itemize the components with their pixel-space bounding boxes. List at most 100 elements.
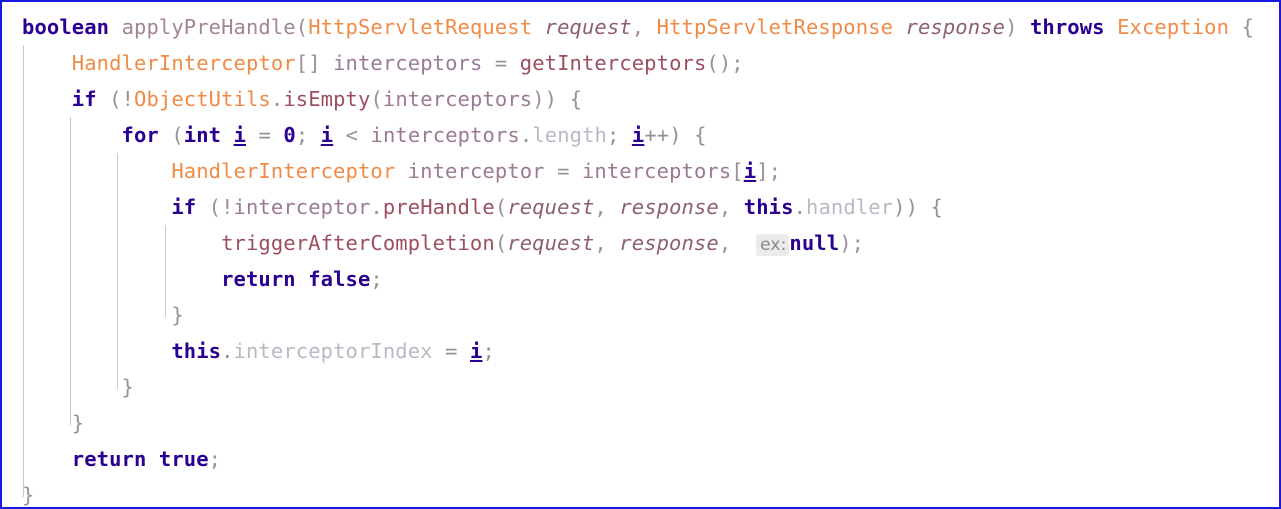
token-type-handlerinterceptor: HandlerInterceptor <box>71 51 296 75</box>
token-arg-request: request <box>507 195 595 219</box>
token-var-interceptor: interceptor <box>407 159 545 183</box>
code-line[interactable]: return true; <box>2 441 1279 477</box>
token-var-interceptor: interceptor <box>233 195 371 219</box>
token-call-triggeraftercompletion: triggerAfterCompletion <box>221 231 495 255</box>
token-keyword-return: return <box>71 447 147 471</box>
code-line[interactable]: } <box>2 477 1279 507</box>
token-equals: = <box>494 51 508 75</box>
code-line[interactable]: return false; <box>2 261 1279 297</box>
code-line-text: if (!interceptor.preHandle(request, resp… <box>2 189 1279 225</box>
token-dot: . <box>221 339 234 363</box>
token-open-not: (! <box>208 195 234 219</box>
inlay-parameter-hint-ex[interactable]: ex: <box>756 234 790 256</box>
code-line-text: for (int i = 0; i < interceptors.length;… <box>2 117 1279 153</box>
token-paren-open: ( <box>171 123 184 147</box>
code-line[interactable]: for (int i = 0; i < interceptors.length;… <box>2 117 1279 153</box>
token-arg-interceptors: interceptors <box>382 87 533 111</box>
token-keyword-throws: throws <box>1029 15 1105 39</box>
token-brace-close: } <box>171 303 184 327</box>
token-parens: () <box>706 51 732 75</box>
token-localvar-i: i <box>233 123 247 147</box>
token-dot: . <box>519 123 533 147</box>
token-arg-response: response <box>619 231 719 255</box>
token-paren-close: ) <box>1005 15 1018 39</box>
token-comma: , <box>631 15 645 39</box>
token-field-interceptorindex: interceptorIndex <box>233 339 433 363</box>
code-line-text: } <box>2 297 1279 333</box>
code-line-text: boolean applyPreHandle(HttpServletReques… <box>2 9 1279 45</box>
token-paren-open: ( <box>494 231 508 255</box>
token-var-interceptors: interceptors <box>581 159 732 183</box>
code-line[interactable]: boolean applyPreHandle(HttpServletReques… <box>2 9 1279 45</box>
token-paren-open: ( <box>370 87 383 111</box>
token-call-isempty: isEmpty <box>283 87 371 111</box>
token-keyword-if: if <box>171 195 197 219</box>
token-paren-close: )) <box>532 87 558 111</box>
token-brace-open: { <box>694 123 707 147</box>
code-line-text: } <box>2 477 1279 507</box>
token-number-zero: 0 <box>283 123 296 147</box>
token-paren-open: ( <box>494 195 508 219</box>
token-increment: ++ <box>644 123 670 147</box>
code-line-text: return true; <box>2 441 1279 477</box>
token-param-response: response <box>905 15 1006 39</box>
token-brace-open: { <box>1241 15 1254 39</box>
code-content[interactable]: boolean applyPreHandle ( HttpServletReques… <box>2 2 1279 507</box>
token-type-httpservletrequest: HttpServletRequest <box>308 15 533 39</box>
token-comma: , <box>718 231 732 255</box>
code-line-text: if (!ObjectUtils.isEmpty(interceptors)) … <box>2 81 1279 117</box>
token-keyword-this: this <box>171 339 222 363</box>
token-comma: , <box>594 231 607 255</box>
token-equals: = <box>557 159 570 183</box>
token-dot: . <box>370 195 383 219</box>
token-paren-close: )) <box>893 195 919 219</box>
token-field-handler: handler <box>806 195 894 219</box>
token-dot: . <box>270 87 284 111</box>
token-array-brackets: [] <box>295 51 321 75</box>
token-var-interceptors: interceptors <box>333 51 483 75</box>
token-keyword-return: return <box>221 267 296 291</box>
token-paren-close: ) <box>839 231 852 255</box>
token-equals: = <box>258 123 271 147</box>
token-type-handlerinterceptor: HandlerInterceptor <box>171 159 396 183</box>
code-line[interactable]: if (!interceptor.preHandle(request, resp… <box>2 189 1279 225</box>
token-keyword-false: false <box>308 267 371 291</box>
token-arg-request: request <box>507 231 595 255</box>
token-call-prehandle: preHandle <box>382 195 495 219</box>
token-keyword-boolean: boolean <box>22 15 110 39</box>
code-line-text: HandlerInterceptor[] interceptors = getI… <box>2 45 1279 81</box>
code-line[interactable]: } <box>2 297 1279 333</box>
token-brace-close: } <box>71 411 85 435</box>
token-keyword-for: for <box>121 123 159 147</box>
token-brace-close: } <box>22 483 35 507</box>
token-type-objectutils: ObjectUtils <box>134 87 271 111</box>
token-keyword-if: if <box>71 87 97 111</box>
token-comma: , <box>718 195 732 219</box>
token-semicolon: ; <box>370 267 383 291</box>
token-call-getinterceptors: getInterceptors <box>519 51 707 75</box>
code-line[interactable]: HandlerInterceptor[] interceptors = getI… <box>2 45 1279 81</box>
code-line[interactable]: this.interceptorIndex = i; <box>2 333 1279 369</box>
token-method-name: applyPreHandle <box>121 15 296 39</box>
code-line-text: HandlerInterceptor interceptor = interce… <box>2 153 1279 189</box>
code-line-text: } <box>2 405 1279 441</box>
token-field-length: length <box>532 123 607 147</box>
token-keyword-true: true <box>158 447 209 471</box>
code-line[interactable]: if (!ObjectUtils.isEmpty(interceptors)) … <box>2 81 1279 117</box>
code-line-text: triggerAfterCompletion(request, response… <box>2 225 1279 263</box>
code-editor-pane[interactable]: boolean applyPreHandle ( HttpServletReques… <box>0 0 1281 509</box>
token-brace-open: { <box>930 195 943 219</box>
code-line-text: return false; <box>2 261 1279 297</box>
token-semicolon: ; <box>731 51 744 75</box>
code-line[interactable]: } <box>2 369 1279 405</box>
token-semicolon: ; <box>295 123 309 147</box>
token-dot: . <box>793 195 807 219</box>
token-bracket-close: ] <box>756 159 769 183</box>
code-line[interactable]: HandlerInterceptor interceptor = interce… <box>2 153 1279 189</box>
code-line[interactable]: triggerAfterCompletion(request, response… <box>2 225 1279 261</box>
token-brace-open: { <box>569 87 583 111</box>
code-line[interactable]: } <box>2 405 1279 441</box>
token-bracket-open: [ <box>731 159 744 183</box>
token-less-than: < <box>345 123 359 147</box>
token-keyword-this: this <box>743 195 794 219</box>
